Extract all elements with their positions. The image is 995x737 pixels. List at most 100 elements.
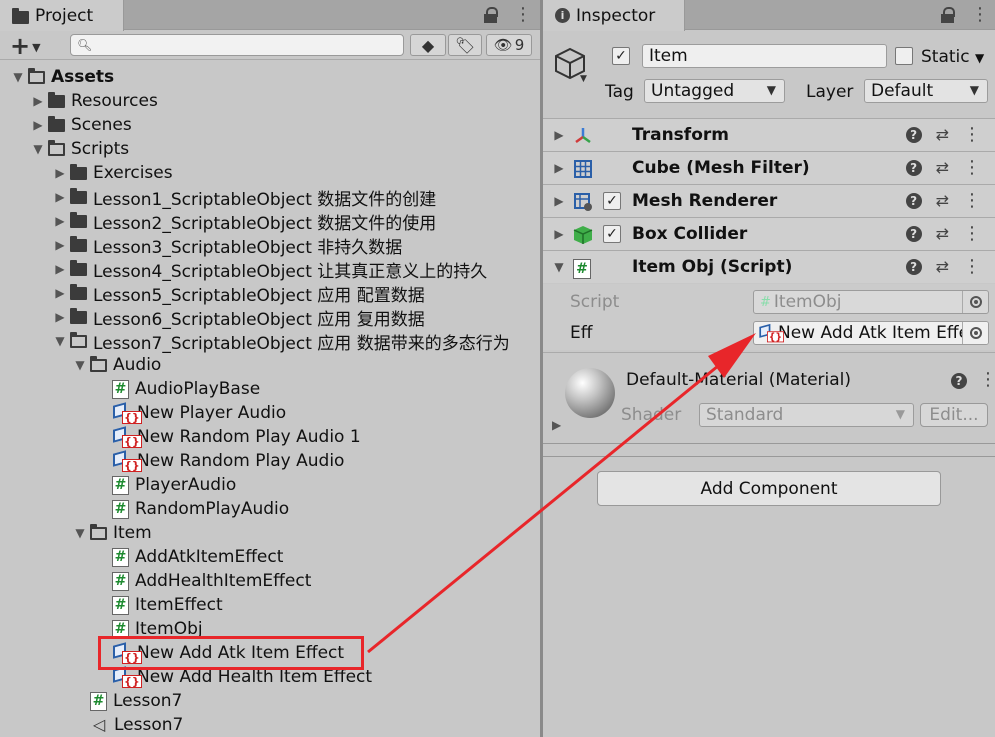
tree-item[interactable]: ▶ Lesson1_ScriptableObject 数据文件的创建 <box>52 185 437 210</box>
tree-item[interactable]: # AddAtkItemEffect <box>112 545 283 569</box>
chevron-right-icon[interactable]: ▶ <box>551 161 567 175</box>
tree-item[interactable]: ▶ Scenes <box>30 113 131 137</box>
chevron-down-icon[interactable]: ▼ <box>551 260 567 274</box>
presets-icon[interactable]: ⇄ <box>936 191 949 210</box>
shader-label: Shader <box>621 405 682 425</box>
tree-item[interactable]: # RandomPlayAudio <box>112 497 289 521</box>
help-icon[interactable]: ? <box>905 258 922 275</box>
filter-by-type-button[interactable]: ◆ <box>410 34 446 56</box>
chevron-right-icon[interactable]: ▶ <box>30 94 46 108</box>
tree-item[interactable]: # PlayerAudio <box>112 473 236 497</box>
create-button[interactable]: + ▼ <box>10 32 41 60</box>
help-icon[interactable]: ? <box>905 159 922 176</box>
target-icon <box>969 296 982 308</box>
kebab-menu-icon[interactable]: ⋮ <box>963 224 981 243</box>
chevron-right-icon[interactable]: ▶ <box>52 262 68 276</box>
chevron-right-icon[interactable]: ▶ <box>552 418 561 432</box>
help-icon[interactable]: ? <box>905 225 922 242</box>
presets-icon[interactable]: ⇄ <box>936 158 949 177</box>
folder-icon <box>70 163 87 180</box>
component-header[interactable]: ▶ ✓ Box Collider? ⇄ ⋮ <box>543 217 995 250</box>
tree-item[interactable]: {} New Random Play Audio <box>112 449 344 473</box>
chevron-right-icon[interactable]: ▶ <box>52 238 68 252</box>
chevron-down-icon[interactable]: ▼ <box>10 70 26 84</box>
tree-item[interactable]: ▼ Scripts <box>30 137 129 161</box>
kebab-menu-icon[interactable]: ⋮ <box>514 6 532 24</box>
chevron-right-icon[interactable]: ▶ <box>52 310 68 324</box>
tag-dropdown[interactable]: Untagged ▼ <box>644 79 785 103</box>
object-name-field[interactable]: Item <box>642 44 887 68</box>
tree-item[interactable]: # Lesson7 <box>90 689 182 713</box>
chevron-right-icon[interactable]: ▶ <box>551 227 567 241</box>
chevron-right-icon[interactable]: ▶ <box>52 214 68 228</box>
component-header[interactable]: ▶ Cube (Mesh Filter)? ⇄ ⋮ <box>543 151 995 184</box>
tree-item[interactable]: {} New Player Audio <box>112 401 286 425</box>
tree-item[interactable]: ▶ Lesson4_ScriptableObject 让其真正意义上的持久 <box>52 257 487 282</box>
chevron-down-icon[interactable]: ▼ <box>72 526 88 540</box>
tree-item[interactable]: ▶ Lesson3_ScriptableObject 非持久数据 <box>52 233 402 258</box>
lock-icon[interactable] <box>484 7 498 23</box>
chevron-right-icon[interactable]: ▶ <box>551 128 567 142</box>
tree-item[interactable]: ▶ Resources <box>30 89 157 113</box>
active-checkbox[interactable]: ✓ <box>612 47 630 65</box>
layer-dropdown[interactable]: Default ▼ <box>864 79 988 103</box>
chevron-down-icon[interactable]: ▼ <box>30 142 46 156</box>
tree-item[interactable]: ▶ Lesson2_ScriptableObject 数据文件的使用 <box>52 209 436 234</box>
help-icon[interactable]: ? <box>905 192 922 209</box>
help-icon[interactable]: ? <box>905 126 922 143</box>
static-checkbox[interactable] <box>895 47 913 65</box>
tab-project[interactable]: Project <box>0 0 124 31</box>
tree-item-label: Lesson5_ScriptableObject 应用 配置数据 <box>93 285 425 306</box>
kebab-menu-icon[interactable]: ⋮ <box>963 125 981 144</box>
static-dropdown-arrow-icon[interactable]: ▼ <box>975 51 984 65</box>
tree-item-label: Lesson7 <box>114 715 184 735</box>
kebab-menu-icon[interactable]: ⋮ <box>971 6 989 24</box>
hidden-packages-toggle[interactable]: 👁︎ 9 <box>486 34 532 56</box>
add-component-button[interactable]: Add Component <box>597 471 941 506</box>
lock-icon[interactable] <box>941 7 955 23</box>
inspector-tab-tools: ⋮ <box>941 0 989 30</box>
chevron-down-icon[interactable]: ▼ <box>72 358 88 372</box>
object-picker-button[interactable] <box>962 322 988 344</box>
search-input[interactable] <box>70 34 404 56</box>
presets-icon[interactable]: ⇄ <box>936 125 949 144</box>
tree-item[interactable]: ◁ Lesson7 <box>90 713 184 737</box>
chevron-right-icon[interactable]: ▶ <box>30 118 46 132</box>
tree-item[interactable]: ▶ Lesson6_ScriptableObject 应用 复用数据 <box>52 305 425 330</box>
chevron-right-icon[interactable]: ▶ <box>551 194 567 208</box>
folder-open-icon <box>70 331 87 348</box>
tree-item[interactable]: # AddHealthItemEffect <box>112 569 311 593</box>
tree-item[interactable]: ▶ Exercises <box>52 161 172 185</box>
tree-item[interactable]: # AudioPlayBase <box>112 377 260 401</box>
chevron-right-icon[interactable]: ▶ <box>52 286 68 300</box>
presets-icon[interactable]: ⇄ <box>936 224 949 243</box>
tab-inspector[interactable]: i Inspector <box>543 0 685 31</box>
tree-item[interactable]: {} New Random Play Audio 1 <box>112 425 361 449</box>
tree-item[interactable]: # ItemEffect <box>112 593 223 617</box>
tree-item[interactable]: ▼ Lesson7_ScriptableObject 应用 数据带来的多态行为 <box>52 329 510 354</box>
component-header[interactable]: ▼ # Item Obj (Script)? ⇄ ⋮ <box>543 250 995 283</box>
tree-item[interactable]: ▼ Audio <box>72 353 161 377</box>
kebab-menu-icon[interactable]: ⋮ <box>979 371 995 389</box>
kebab-menu-icon[interactable]: ⋮ <box>963 191 981 210</box>
chevron-right-icon[interactable]: ▶ <box>52 190 68 204</box>
component-tools: ? ⇄ ⋮ <box>905 257 981 276</box>
component-header[interactable]: ▶ Transform? ⇄ ⋮ <box>543 118 995 151</box>
chevron-right-icon[interactable]: ▶ <box>52 166 68 180</box>
kebab-menu-icon[interactable]: ⋮ <box>963 158 981 177</box>
presets-icon[interactable]: ⇄ <box>936 257 949 276</box>
divider <box>543 443 995 444</box>
help-icon[interactable]: ? <box>951 373 967 389</box>
component-enabled-checkbox[interactable]: ✓ <box>603 225 621 243</box>
kebab-menu-icon[interactable]: ⋮ <box>963 257 981 276</box>
csharp-script-icon: # <box>112 499 129 519</box>
component-header[interactable]: ▶ ✓ Mesh Renderer? ⇄ ⋮ <box>543 184 995 217</box>
tree-item-label: Lesson1_ScriptableObject 数据文件的创建 <box>93 189 437 210</box>
eff-field[interactable]: {} New Add Atk Item Effe <box>753 321 989 345</box>
tree-item[interactable]: ▼ Item <box>72 521 151 545</box>
component-enabled-checkbox[interactable]: ✓ <box>603 192 621 210</box>
chevron-down-icon[interactable]: ▼ <box>52 334 68 348</box>
tree-item[interactable]: ▼ Assets <box>10 65 114 89</box>
filter-by-label-button[interactable]: 🏷︎ <box>448 34 482 56</box>
tree-item[interactable]: ▶ Lesson5_ScriptableObject 应用 配置数据 <box>52 281 425 306</box>
